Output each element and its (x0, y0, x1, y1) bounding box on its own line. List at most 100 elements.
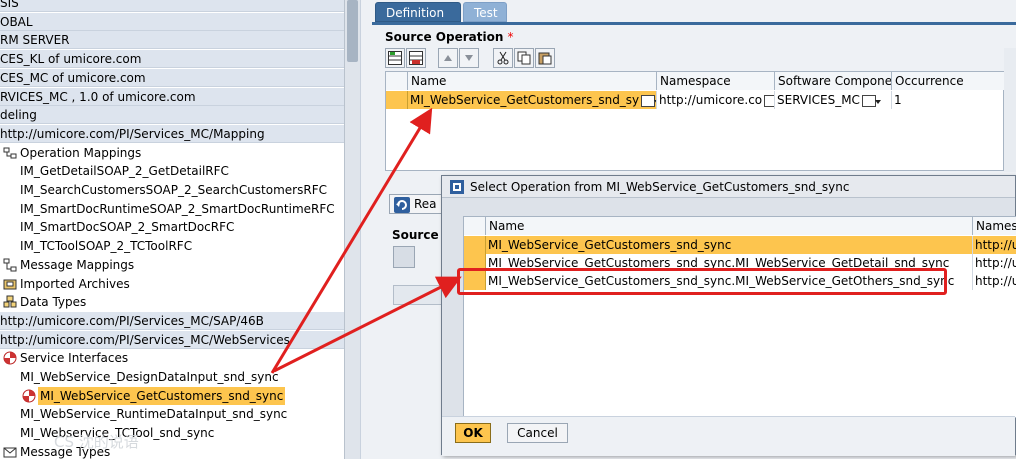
tree-item[interactable]: OBAL (0, 13, 344, 31)
tree-item[interactable]: IM_TCToolSOAP_2_TCToolRFC (0, 237, 344, 255)
service-interface-icon (22, 389, 36, 403)
column-occurrence[interactable]: Occurrence (892, 72, 1005, 90)
scrollbar-thumb[interactable] (347, 0, 358, 62)
splitter[interactable] (360, 0, 372, 459)
tree-scrollbar[interactable] (344, 0, 360, 459)
read-button[interactable]: Rea (389, 194, 445, 214)
namespace-cell[interactable]: http://umicore.co (657, 91, 775, 109)
column-name[interactable]: Name (486, 217, 973, 235)
watermark: CS 沈的说语 (54, 433, 139, 451)
row-selector-header[interactable] (464, 217, 486, 235)
tree-item[interactable]: MI_WebService_RuntimeDataInput_snd_sync (0, 405, 344, 423)
read-button-label: Rea (414, 197, 437, 211)
column-namespace[interactable]: Namespace (657, 72, 775, 90)
tree-item-label: OBAL (0, 15, 33, 29)
tree-item[interactable]: MI_Webservice_TCTool_snd_sync (0, 424, 344, 442)
tree-item-label: Operation Mappings (20, 146, 142, 160)
cancel-button[interactable]: Cancel (507, 423, 568, 443)
tree-item-label: Imported Archives (20, 277, 130, 291)
tree-item[interactable]: deling (0, 106, 344, 124)
table-header: Name Names (464, 217, 1016, 235)
occurrence-cell[interactable]: 1 (892, 91, 1005, 109)
move-up-button[interactable] (438, 48, 458, 68)
tree-item[interactable]: MI_WebService_DesignDataInput_snd_sync (0, 368, 344, 386)
row-selector-header[interactable] (386, 72, 408, 90)
row-selector[interactable] (464, 236, 486, 254)
tree-item[interactable]: Data Types (0, 293, 344, 311)
arrow-up-icon (444, 55, 452, 61)
operation-namespace[interactable]: http://ur (973, 236, 1016, 254)
table-row[interactable]: MI_WebService_GetCustomers_snd_sync http… (464, 236, 1016, 254)
tree-item[interactable]: CES_MC of umicore.com (0, 69, 344, 87)
operation-list-table: Name Names MI_WebService_GetCustomers_sn… (463, 216, 1016, 418)
tree-item-label: MI_WebService_GetCustomers_snd_sync (38, 387, 286, 405)
operation-name-cell[interactable]: MI_WebService_GetCustomers_snd_sy (408, 91, 657, 109)
dialog-title: Select Operation from MI_WebService_GetC… (470, 180, 850, 194)
tree-item[interactable]: MI_WebService_GetCustomers_snd_sync (0, 387, 344, 405)
row-selector[interactable] (386, 91, 408, 109)
column-namespace[interactable]: Names (973, 217, 1016, 235)
tree-item-label: IM_GetDetailSOAP_2_GetDetailRFC (20, 164, 229, 178)
paste-button[interactable] (535, 48, 555, 68)
tree-item[interactable]: IM_SmartDocSOAP_2_SmartDocRFC (0, 218, 344, 236)
copy-button[interactable] (514, 48, 534, 68)
tree-item-label: Message Mappings (20, 258, 135, 272)
tab-definition[interactable]: Definition (375, 2, 461, 22)
tree-item-label: CES_KL of umicore.com (0, 52, 142, 66)
tree-item[interactable]: CES_KL of umicore.com (0, 50, 344, 68)
tree-item-label: IM_SearchCustomersSOAP_2_SearchCustomers… (20, 183, 327, 197)
insert-row-button[interactable] (385, 48, 405, 68)
delete-row-icon (409, 51, 423, 65)
scissors-icon (497, 51, 509, 65)
required-mark: * (507, 30, 514, 44)
tree-item-label: http://umicore.com/PI/Services_MC/SAP/46… (0, 314, 264, 328)
tree-item-label: RVICES_MC , 1.0 of umicore.com (0, 90, 196, 104)
operation-namespace[interactable]: http://ur (973, 272, 1016, 290)
tree-item[interactable]: RVICES_MC , 1.0 of umicore.com (0, 88, 344, 106)
tree-item[interactable]: SIS (0, 0, 344, 12)
software-component-cell[interactable]: SERVICES_MC (775, 91, 892, 109)
value-help-icon[interactable] (861, 94, 881, 107)
tree-item[interactable]: Imported Archives (0, 275, 344, 293)
move-down-button[interactable] (459, 48, 479, 68)
tree-item[interactable]: Message Types (0, 443, 344, 459)
dialog-titlebar[interactable]: Select Operation from MI_WebService_GetC… (442, 176, 1015, 198)
tab-test[interactable]: Test (463, 2, 507, 22)
message-icon-button[interactable] (393, 246, 415, 268)
source-operation-table: Name Namespace Software Compone... Occur… (385, 71, 1005, 171)
source-operation-title: Source Operation * (385, 30, 514, 44)
tree-item[interactable]: RM SERVER (0, 31, 344, 49)
operation-namespace[interactable]: http://ur (973, 254, 1016, 272)
tree-item-label: SIS (0, 0, 19, 10)
tree-item[interactable]: http://umicore.com/PI/Services_MC/SAP/46… (0, 312, 344, 330)
tree-item[interactable]: Message Mappings (0, 256, 344, 274)
tree-item[interactable]: Service Interfaces (0, 349, 344, 367)
dialog-footer: OK Cancel (442, 416, 1015, 456)
column-software-component[interactable]: Software Compone... (775, 72, 892, 90)
tree-item[interactable]: http://umicore.com/PI/Services_MC/Mappin… (0, 125, 344, 143)
data-types-icon (3, 295, 17, 309)
ok-button[interactable]: OK (455, 423, 491, 443)
tree-item-label: http://umicore.com/PI/Services_MC/Mappin… (0, 127, 265, 141)
table-row[interactable]: MI_WebService_GetCustomers_snd_sy http:/… (386, 91, 1005, 109)
tree-item-label: MI_WebService_RuntimeDataInput_snd_sync (20, 407, 288, 421)
tree-item-label: IM_SmartDocSOAP_2_SmartDocRFC (20, 220, 235, 234)
value-help-icon[interactable] (641, 94, 656, 107)
editor-scrollbar[interactable] (1004, 48, 1016, 172)
column-name[interactable]: Name (408, 72, 657, 90)
operation-name: MI_WebService_GetCustomers_snd_sy (410, 93, 640, 107)
value-help-icon[interactable] (764, 94, 774, 107)
annotation-highlight-box (457, 268, 947, 295)
tree-item[interactable]: http://umicore.com/PI/Services_MC/WebSer… (0, 331, 344, 349)
select-operation-dialog: Select Operation from MI_WebService_GetC… (441, 175, 1016, 456)
tree-item[interactable]: IM_GetDetailSOAP_2_GetDetailRFC (0, 162, 344, 180)
operation-name[interactable]: MI_WebService_GetCustomers_snd_sync (486, 236, 973, 254)
delete-row-button[interactable] (406, 48, 426, 68)
source-operation-label: Source Operation (385, 30, 504, 44)
tree-item-label: http://umicore.com/PI/Services_MC/WebSer… (0, 333, 290, 347)
tree-item[interactable]: IM_SmartDocRuntimeSOAP_2_SmartDocRuntime… (0, 200, 344, 218)
cut-button[interactable] (493, 48, 513, 68)
tree-item-label: MI_WebService_DesignDataInput_snd_sync (20, 370, 279, 384)
tree-item[interactable]: Operation Mappings (0, 144, 344, 162)
tree-item[interactable]: IM_SearchCustomersSOAP_2_SearchCustomers… (0, 181, 344, 199)
